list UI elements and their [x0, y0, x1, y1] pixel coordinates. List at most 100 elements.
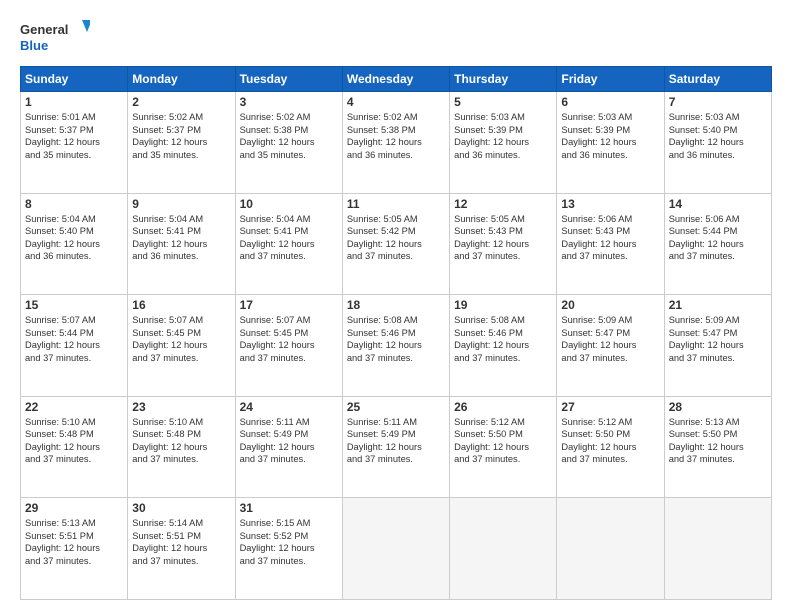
cell-info: Sunrise: 5:05 AMSunset: 5:42 PMDaylight:…: [347, 213, 445, 263]
calendar-cell: 29 Sunrise: 5:13 AMSunset: 5:51 PMDayligh…: [21, 498, 128, 600]
day-number: 24: [240, 400, 338, 414]
cell-info: Sunrise: 5:02 AMSunset: 5:38 PMDaylight:…: [347, 111, 445, 161]
day-number: 1: [25, 95, 123, 109]
cell-info: Sunrise: 5:11 AMSunset: 5:49 PMDaylight:…: [347, 416, 445, 466]
cell-info: Sunrise: 5:11 AMSunset: 5:49 PMDaylight:…: [240, 416, 338, 466]
day-number: 20: [561, 298, 659, 312]
calendar-cell: [664, 498, 771, 600]
page: General Blue SundayMondayTuesdayWednesda…: [0, 0, 792, 612]
cell-info: Sunrise: 5:09 AMSunset: 5:47 PMDaylight:…: [561, 314, 659, 364]
calendar-cell: 3Sunrise: 5:02 AMSunset: 5:38 PMDaylight…: [235, 92, 342, 194]
calendar-cell: 10Sunrise: 5:04 AMSunset: 5:41 PMDayligh…: [235, 193, 342, 295]
day-number: 25: [347, 400, 445, 414]
day-number: 7: [669, 95, 767, 109]
calendar-cell: 28 Sunrise: 5:13 AMSunset: 5:50 PMDayligh…: [664, 396, 771, 498]
day-number: 15: [25, 298, 123, 312]
cell-info: Sunrise: 5:05 AMSunset: 5:43 PMDaylight:…: [454, 213, 552, 263]
col-header-saturday: Saturday: [664, 67, 771, 92]
header: General Blue: [20, 18, 772, 56]
cell-info: Sunrise: 5:12 AMSunset: 5:50 PMDaylight:…: [561, 416, 659, 466]
cell-info: Sunrise: 5:06 AMSunset: 5:43 PMDaylight:…: [561, 213, 659, 263]
cell-info: Sunrise: 5:03 AMSunset: 5:39 PMDaylight:…: [454, 111, 552, 161]
calendar-cell: 17Sunrise: 5:07 AMSunset: 5:45 PMDayligh…: [235, 295, 342, 397]
cell-info: Sunrise: 5:13 AMSunset: 5:50 PMDaylight:…: [669, 416, 767, 466]
svg-text:General: General: [20, 22, 68, 37]
calendar-cell: 13 Sunrise: 5:06 AMSunset: 5:43 PMDayligh…: [557, 193, 664, 295]
col-header-wednesday: Wednesday: [342, 67, 449, 92]
cell-info: Sunrise: 5:08 AMSunset: 5:46 PMDaylight:…: [454, 314, 552, 364]
day-number: 27: [561, 400, 659, 414]
calendar-cell: 18 Sunrise: 5:08 AMSunset: 5:46 PMDayligh…: [342, 295, 449, 397]
day-number: 21: [669, 298, 767, 312]
cell-info: Sunrise: 5:10 AMSunset: 5:48 PMDaylight:…: [25, 416, 123, 466]
calendar-cell: 9 Sunrise: 5:04 AMSunset: 5:41 PMDaylight…: [128, 193, 235, 295]
day-number: 16: [132, 298, 230, 312]
cell-info: Sunrise: 5:07 AMSunset: 5:44 PMDaylight:…: [25, 314, 123, 364]
cell-info: Sunrise: 5:07 AMSunset: 5:45 PMDaylight:…: [132, 314, 230, 364]
calendar-cell: [342, 498, 449, 600]
calendar-cell: 20 Sunrise: 5:09 AMSunset: 5:47 PMDayligh…: [557, 295, 664, 397]
calendar-cell: 4Sunrise: 5:02 AMSunset: 5:38 PMDaylight…: [342, 92, 449, 194]
calendar-cell: 7 Sunrise: 5:03 AMSunset: 5:40 PMDaylight…: [664, 92, 771, 194]
calendar-cell: 2 Sunrise: 5:02 AMSunset: 5:37 PMDaylight…: [128, 92, 235, 194]
cell-info: Sunrise: 5:06 AMSunset: 5:44 PMDaylight:…: [669, 213, 767, 263]
cell-info: Sunrise: 5:04 AMSunset: 5:40 PMDaylight:…: [25, 213, 123, 263]
svg-text:Blue: Blue: [20, 38, 48, 53]
day-number: 17: [240, 298, 338, 312]
calendar-cell: 23 Sunrise: 5:10 AMSunset: 5:48 PMDayligh…: [128, 396, 235, 498]
col-header-monday: Monday: [128, 67, 235, 92]
calendar-cell: 27 Sunrise: 5:12 AMSunset: 5:50 PMDayligh…: [557, 396, 664, 498]
col-header-thursday: Thursday: [450, 67, 557, 92]
logo-svg: General Blue: [20, 18, 90, 56]
cell-info: Sunrise: 5:03 AMSunset: 5:40 PMDaylight:…: [669, 111, 767, 161]
calendar-cell: 19 Sunrise: 5:08 AMSunset: 5:46 PMDayligh…: [450, 295, 557, 397]
day-number: 14: [669, 197, 767, 211]
calendar-cell: [450, 498, 557, 600]
cell-info: Sunrise: 5:14 AMSunset: 5:51 PMDaylight:…: [132, 517, 230, 567]
calendar-cell: 22 Sunrise: 5:10 AMSunset: 5:48 PMDayligh…: [21, 396, 128, 498]
cell-info: Sunrise: 5:09 AMSunset: 5:47 PMDaylight:…: [669, 314, 767, 364]
cell-info: Sunrise: 5:02 AMSunset: 5:37 PMDaylight:…: [132, 111, 230, 161]
day-number: 5: [454, 95, 552, 109]
day-number: 8: [25, 197, 123, 211]
cell-info: Sunrise: 5:08 AMSunset: 5:46 PMDaylight:…: [347, 314, 445, 364]
cell-info: Sunrise: 5:04 AMSunset: 5:41 PMDaylight:…: [132, 213, 230, 263]
calendar-table: SundayMondayTuesdayWednesdayThursdayFrid…: [20, 66, 772, 600]
day-number: 31: [240, 501, 338, 515]
day-number: 22: [25, 400, 123, 414]
calendar-cell: 14 Sunrise: 5:06 AMSunset: 5:44 PMDayligh…: [664, 193, 771, 295]
calendar-cell: 30 Sunrise: 5:14 AMSunset: 5:51 PMDayligh…: [128, 498, 235, 600]
cell-info: Sunrise: 5:12 AMSunset: 5:50 PMDaylight:…: [454, 416, 552, 466]
day-number: 13: [561, 197, 659, 211]
day-number: 3: [240, 95, 338, 109]
day-number: 28: [669, 400, 767, 414]
calendar-cell: 16 Sunrise: 5:07 AMSunset: 5:45 PMDayligh…: [128, 295, 235, 397]
day-number: 26: [454, 400, 552, 414]
day-number: 23: [132, 400, 230, 414]
cell-info: Sunrise: 5:10 AMSunset: 5:48 PMDaylight:…: [132, 416, 230, 466]
calendar-cell: 21 Sunrise: 5:09 AMSunset: 5:47 PMDayligh…: [664, 295, 771, 397]
calendar-cell: 15 Sunrise: 5:07 AMSunset: 5:44 PMDayligh…: [21, 295, 128, 397]
col-header-sunday: Sunday: [21, 67, 128, 92]
calendar-cell: 6Sunrise: 5:03 AMSunset: 5:39 PMDaylight…: [557, 92, 664, 194]
day-number: 11: [347, 197, 445, 211]
cell-info: Sunrise: 5:01 AMSunset: 5:37 PMDaylight:…: [25, 111, 123, 161]
day-number: 12: [454, 197, 552, 211]
day-number: 2: [132, 95, 230, 109]
calendar-cell: [557, 498, 664, 600]
cell-info: Sunrise: 5:13 AMSunset: 5:51 PMDaylight:…: [25, 517, 123, 567]
day-number: 29: [25, 501, 123, 515]
calendar-cell: 12 Sunrise: 5:05 AMSunset: 5:43 PMDayligh…: [450, 193, 557, 295]
day-number: 19: [454, 298, 552, 312]
day-number: 30: [132, 501, 230, 515]
calendar-cell: 31Sunrise: 5:15 AMSunset: 5:52 PMDayligh…: [235, 498, 342, 600]
calendar-cell: 25 Sunrise: 5:11 AMSunset: 5:49 PMDayligh…: [342, 396, 449, 498]
calendar-cell: 26 Sunrise: 5:12 AMSunset: 5:50 PMDayligh…: [450, 396, 557, 498]
calendar-cell: 8 Sunrise: 5:04 AMSunset: 5:40 PMDaylight…: [21, 193, 128, 295]
calendar-cell: 24 Sunrise: 5:11 AMSunset: 5:49 PMDayligh…: [235, 396, 342, 498]
col-header-friday: Friday: [557, 67, 664, 92]
calendar-cell: 11 Sunrise: 5:05 AMSunset: 5:42 PMDayligh…: [342, 193, 449, 295]
day-number: 9: [132, 197, 230, 211]
cell-info: Sunrise: 5:04 AMSunset: 5:41 PMDaylight:…: [240, 213, 338, 263]
day-number: 18: [347, 298, 445, 312]
